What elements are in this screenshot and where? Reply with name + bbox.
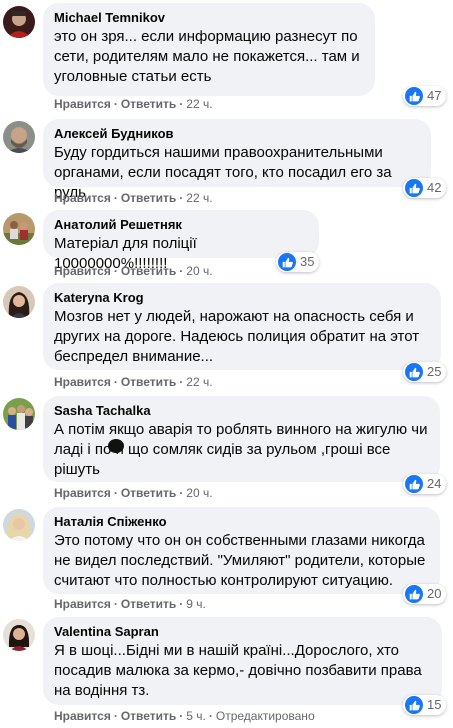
commenter-name[interactable]: Valentina Sapran xyxy=(54,623,430,640)
comment-bubble: Анатолий Решетняк Матеріал для поліції 1… xyxy=(43,210,319,272)
like-icon xyxy=(405,475,423,493)
comment-text: это он зря... если информацию разнесут п… xyxy=(54,28,360,85)
reaction-number: 35 xyxy=(300,254,315,269)
reply-button[interactable]: Ответить xyxy=(121,709,176,723)
edited-label[interactable]: Отредактировано xyxy=(216,709,315,723)
reactions-count[interactable]: 25 xyxy=(403,362,447,382)
comment-bubble: Алексей Будников Буду гордиться нашими п… xyxy=(43,119,431,201)
comment-bubble: Kateryna Krog Мозгов нет у людей, нарожа… xyxy=(43,283,441,370)
reaction-number: 20 xyxy=(427,586,442,601)
comment-bubble: Michael Temnikov это он зря... если инфо… xyxy=(43,3,375,96)
comment-actions: Нравится · Ответить · 20 ч. xyxy=(54,264,213,278)
reactions-count[interactable]: 47 xyxy=(403,86,447,106)
reaction-number: 47 xyxy=(427,88,442,103)
reply-button[interactable]: Ответить xyxy=(121,486,176,500)
avatar[interactable] xyxy=(3,213,35,245)
comment-actions: Нравится · Ответить · 5 ч. · Отредактировано xyxy=(54,709,315,723)
comment-time[interactable]: 20 ч. xyxy=(186,264,212,278)
reactions-count[interactable]: 24 xyxy=(403,474,447,494)
commenter-name[interactable]: Sasha Tachalka xyxy=(54,402,428,419)
reply-button[interactable]: Ответить xyxy=(121,375,176,389)
reaction-number: 15 xyxy=(427,697,442,712)
like-icon xyxy=(278,253,296,271)
comment-time[interactable]: 22 ч. xyxy=(186,191,212,205)
reactions-count[interactable]: 15 xyxy=(403,695,447,715)
redaction-blot xyxy=(108,439,124,453)
comment-text: Это потому что он он собственными глазам… xyxy=(54,532,426,589)
reaction-number: 24 xyxy=(427,476,442,491)
commenter-name[interactable]: Анатолий Решетняк xyxy=(54,216,307,233)
comment-actions: Нравится · Ответить · 22 ч. xyxy=(54,191,213,205)
like-button[interactable]: Нравится xyxy=(54,375,111,389)
comment-time[interactable]: 5 ч. xyxy=(186,709,206,723)
like-button[interactable]: Нравится xyxy=(54,191,111,205)
comment-actions: Нравится · Ответить · 9 ч. xyxy=(54,597,206,611)
reactions-count[interactable]: 35 xyxy=(276,252,320,272)
comment-time[interactable]: 22 ч. xyxy=(186,97,212,111)
avatar[interactable] xyxy=(3,619,35,651)
like-icon xyxy=(405,585,423,603)
comment-actions: Нравится · Ответить · 22 ч. xyxy=(54,375,213,389)
comment-text: Мозгов нет у людей, нарожают на опасност… xyxy=(54,308,420,365)
reply-button[interactable]: Ответить xyxy=(121,264,176,278)
reaction-number: 42 xyxy=(427,180,442,195)
comment-bubble: Sasha Tachalka А потім якщо аварія то ро… xyxy=(43,396,440,482)
like-icon xyxy=(405,87,423,105)
like-icon xyxy=(405,696,423,714)
commenter-name[interactable]: Алексей Будников xyxy=(54,125,419,142)
like-icon xyxy=(405,179,423,197)
reply-button[interactable]: Ответить xyxy=(121,191,176,205)
comment-actions: Нравится · Ответить · 20 ч. xyxy=(54,486,213,500)
reply-button[interactable]: Ответить xyxy=(121,97,176,111)
comment-time[interactable]: 22 ч. xyxy=(186,375,212,389)
comment-bubble: Наталія Спіженко Это потому что он он со… xyxy=(43,507,440,594)
comment-time[interactable]: 20 ч. xyxy=(186,486,212,500)
avatar[interactable] xyxy=(3,286,35,318)
comment-bubble: Valentina Sapran Я в шоці...Бідні ми в н… xyxy=(43,617,442,705)
reactions-count[interactable]: 20 xyxy=(403,584,447,604)
commenter-name[interactable]: Michael Temnikov xyxy=(54,9,363,26)
reply-button[interactable]: Ответить xyxy=(121,597,176,611)
commenter-name[interactable]: Наталія Спіженко xyxy=(54,513,428,530)
comment-text: Я в шоці...Бідні ми в нашій країні...Дор… xyxy=(54,642,422,699)
comment-time[interactable]: 9 ч. xyxy=(186,597,206,611)
like-button[interactable]: Нравится xyxy=(54,97,111,111)
reactions-count[interactable]: 42 xyxy=(403,178,447,198)
avatar[interactable] xyxy=(3,398,35,430)
avatar[interactable] xyxy=(3,6,35,38)
avatar[interactable] xyxy=(3,509,35,541)
like-button[interactable]: Нравится xyxy=(54,597,111,611)
like-button[interactable]: Нравится xyxy=(54,264,111,278)
like-button[interactable]: Нравится xyxy=(54,709,111,723)
like-button[interactable]: Нравится xyxy=(54,486,111,500)
commenter-name[interactable]: Kateryna Krog xyxy=(54,289,429,306)
avatar[interactable] xyxy=(3,121,35,153)
like-icon xyxy=(405,363,423,381)
comment-actions: Нравится · Ответить · 22 ч. xyxy=(54,97,213,111)
reaction-number: 25 xyxy=(427,364,442,379)
